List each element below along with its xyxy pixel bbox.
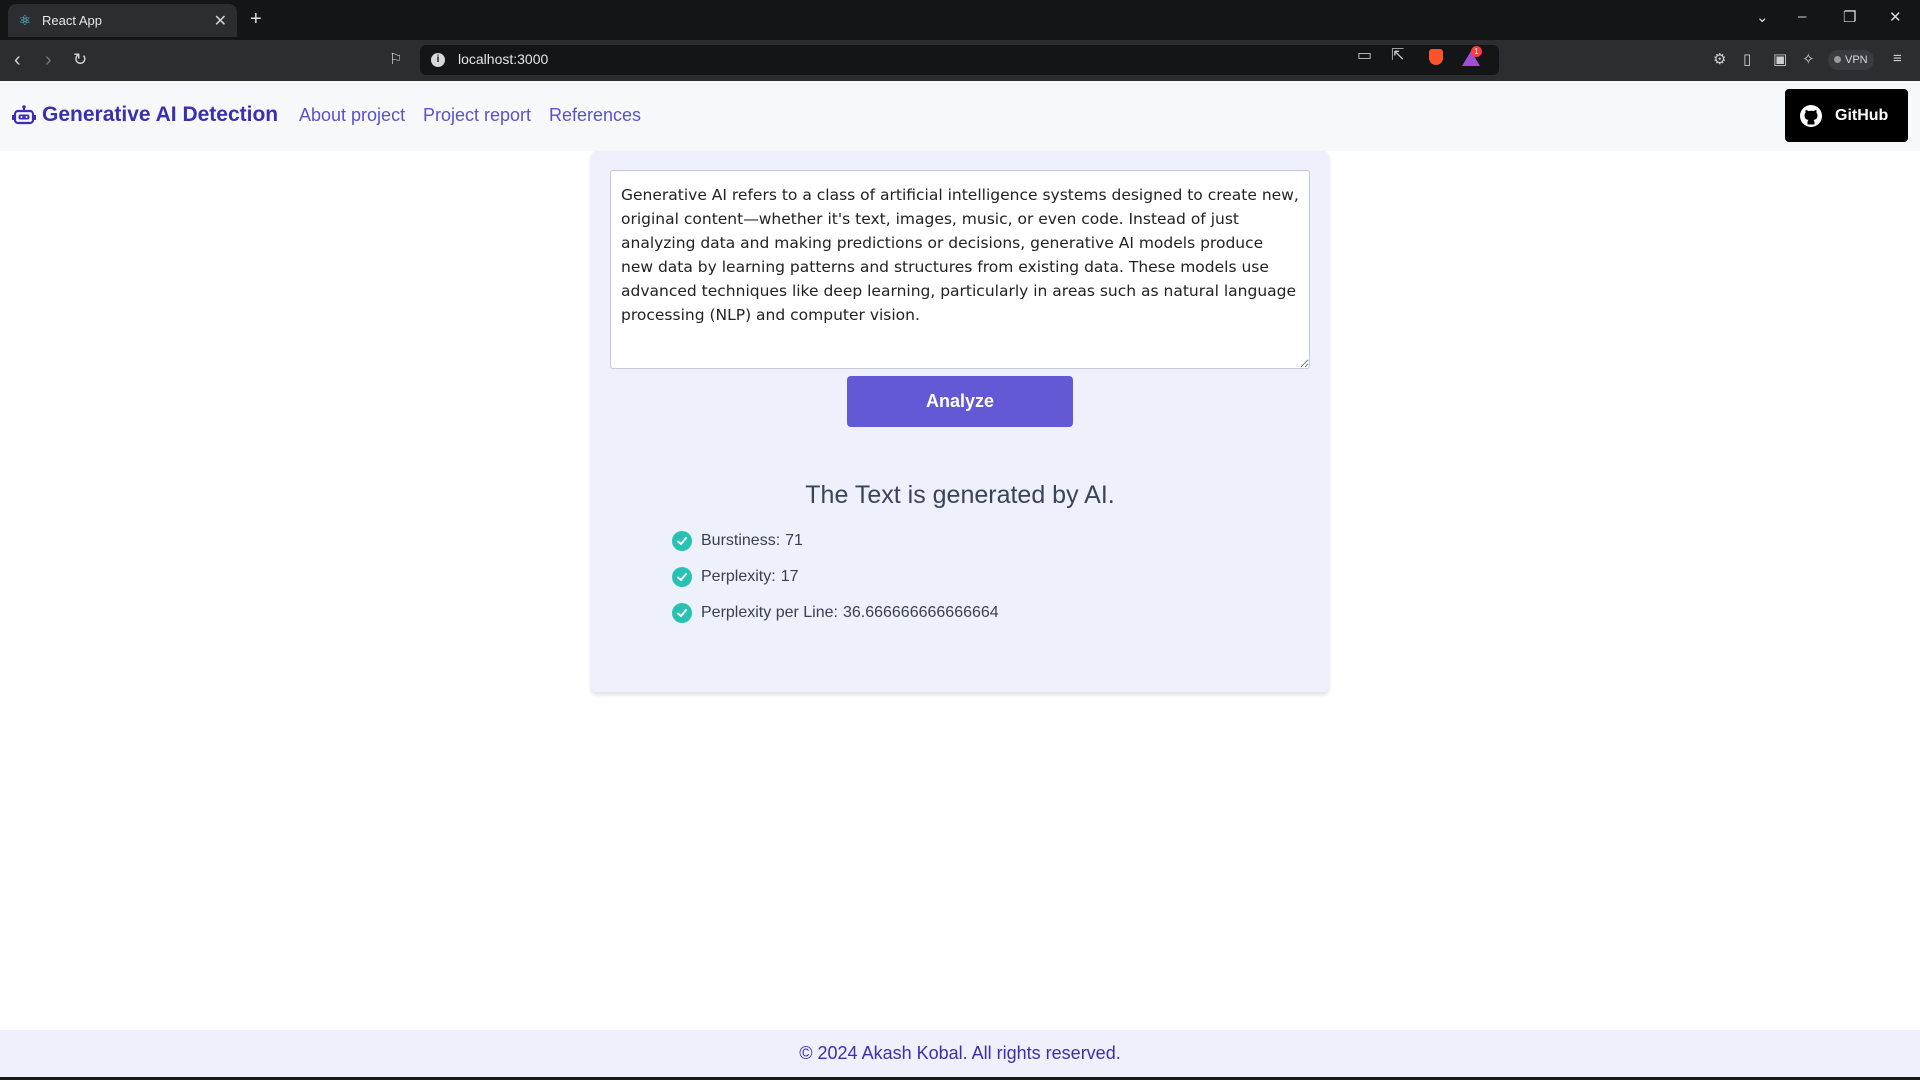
metric-burstiness: Burstiness: 71: [672, 531, 803, 551]
vpn-label: VPN: [1845, 54, 1868, 66]
nav-references[interactable]: References: [549, 105, 641, 126]
back-icon[interactable]: ‹: [14, 48, 21, 72]
brave-shields-icon[interactable]: [1429, 49, 1443, 65]
github-button[interactable]: GitHub: [1785, 89, 1908, 142]
robot-icon: [12, 105, 36, 125]
github-label: GitHub: [1835, 106, 1889, 124]
restore-icon[interactable]: ❐: [1843, 8, 1856, 26]
metric-perplexity: Perplexity: 17: [672, 567, 799, 587]
minimize-icon[interactable]: –: [1798, 8, 1806, 25]
metric-label: Perplexity:: [701, 568, 776, 585]
github-icon: [1800, 104, 1822, 127]
nav-about-project[interactable]: About project: [299, 105, 405, 126]
footer-text: © 2024 Akash Kobal. All rights reserved.: [799, 1043, 1121, 1063]
result-title: The Text is generated by AI.: [805, 481, 1115, 509]
brand-link[interactable]: Generative AI Detection: [12, 103, 278, 127]
share-icon[interactable]: ⇱: [1391, 45, 1404, 65]
close-tab-icon[interactable]: ✕: [214, 11, 227, 31]
analyze-button[interactable]: Analyze: [847, 376, 1073, 427]
brand-title: Generative AI Detection: [42, 103, 279, 126]
react-icon: ⚛: [18, 12, 32, 28]
footer: © 2024 Akash Kobal. All rights reserved.: [0, 1030, 1920, 1077]
vpn-button[interactable]: VPN: [1828, 50, 1874, 70]
address-bar[interactable]: i localhost:3000: [420, 45, 1499, 75]
metric-perplexity-per-line: Perplexity per Line: 36.666666666666664: [672, 603, 999, 623]
new-tab-icon[interactable]: +: [250, 8, 262, 31]
metric-value: 71: [785, 532, 803, 549]
metric-label: Perplexity per Line:: [701, 604, 838, 621]
extensions-icon[interactable]: ⚙: [1713, 50, 1726, 68]
nav-project-report[interactable]: Project report: [423, 105, 531, 126]
tab-title: React App: [42, 13, 102, 28]
close-window-icon[interactable]: ✕: [1889, 8, 1902, 26]
reload-icon[interactable]: ↻: [73, 48, 87, 72]
check-circle-icon: [672, 603, 692, 623]
tab-list-chevron-icon[interactable]: ⌄: [1756, 8, 1769, 26]
cast-icon[interactable]: ▭: [1357, 45, 1372, 65]
metric-value: 36.666666666666664: [842, 604, 999, 621]
metric-value: 17: [780, 568, 799, 585]
menu-icon[interactable]: ≡: [1893, 50, 1902, 67]
app-header: Generative AI Detection About project Pr…: [0, 81, 1920, 151]
forward-icon[interactable]: ›: [45, 48, 52, 72]
wallet-icon[interactable]: ▣: [1773, 50, 1787, 68]
analyzer-card: Generative AI refers to a class of artif…: [591, 151, 1329, 692]
url-text[interactable]: localhost:3000: [458, 51, 548, 67]
site-info-icon[interactable]: i: [431, 53, 445, 67]
rewards-badge: 1: [1471, 46, 1482, 57]
browser-tab[interactable]: ⚛ React App ✕: [8, 4, 237, 37]
check-circle-icon: [672, 531, 692, 551]
browser-tab-bar: ⚛ React App ✕ + ⌄ – ❐ ✕: [0, 0, 1920, 40]
check-circle-icon: [672, 567, 692, 587]
browser-toolbar: ‹ › ↻ ⚐ i localhost:3000 ▭ ⇱ 1 ⚙ ▯ ▣ ✧ V…: [0, 40, 1920, 81]
bookmark-icon[interactable]: ⚐: [389, 48, 402, 72]
metric-label: Burstiness:: [701, 532, 781, 549]
leo-ai-icon[interactable]: ✧: [1802, 50, 1815, 68]
text-input[interactable]: Generative AI refers to a class of artif…: [610, 170, 1310, 369]
sidebar-icon[interactable]: ▯: [1743, 50, 1751, 68]
